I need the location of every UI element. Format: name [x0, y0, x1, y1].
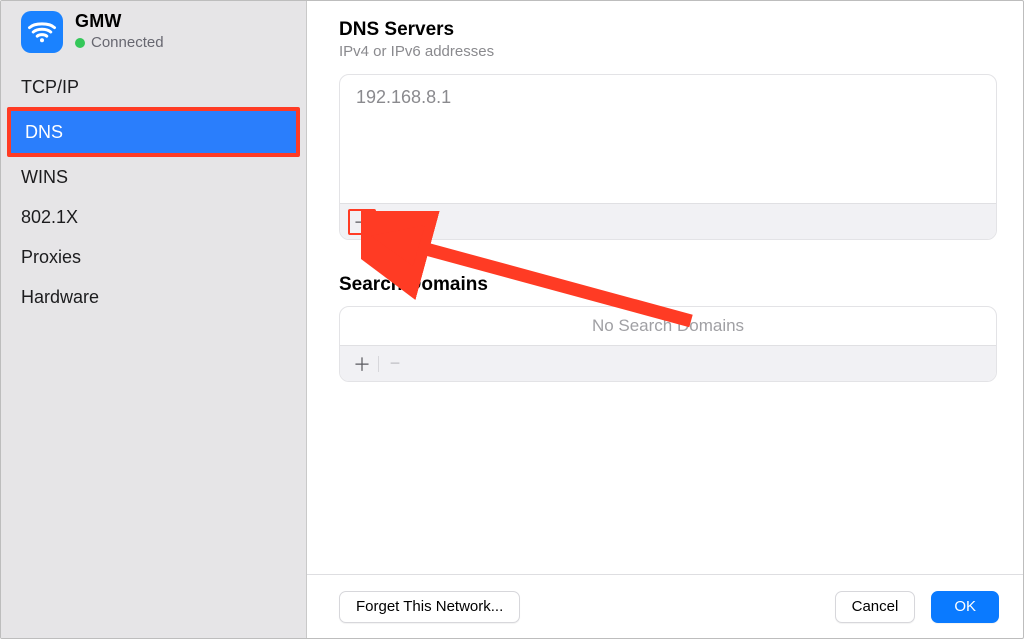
search-domains-list-box: No Search Domains ＋ − [339, 306, 997, 382]
network-name: GMW [75, 11, 164, 32]
search-domains-footer: ＋ − [340, 345, 996, 381]
button-label: Cancel [852, 598, 899, 615]
dns-section: DNS Servers IPv4 or IPv6 addresses 192.1… [339, 19, 997, 240]
cancel-button[interactable]: Cancel [835, 591, 916, 623]
dns-subtitle: IPv4 or IPv6 addresses [339, 43, 997, 60]
network-meta: GMW Connected [75, 11, 164, 51]
annotation-highlight-dns: DNS [7, 107, 300, 157]
sidebar-item-tcpip[interactable]: TCP/IP [1, 67, 306, 107]
sidebar-item-label: Hardware [21, 287, 99, 308]
content: DNS Servers IPv4 or IPv6 addresses 192.1… [307, 1, 1023, 574]
ok-button[interactable]: OK [931, 591, 999, 623]
wifi-icon [21, 11, 63, 53]
sidebar-item-wins[interactable]: WINS [1, 157, 306, 197]
network-settings-window: GMW Connected TCP/IP DNS WINS 802.1X [0, 0, 1024, 639]
sidebar-item-label: TCP/IP [21, 77, 79, 98]
sidebar-nav: TCP/IP DNS WINS 802.1X Proxies Hardware [1, 67, 306, 317]
dns-list[interactable]: 192.168.8.1 [340, 75, 996, 203]
main-pane: DNS Servers IPv4 or IPv6 addresses 192.1… [307, 1, 1023, 638]
button-label: Forget This Network... [356, 598, 503, 615]
sidebar-item-8021x[interactable]: 802.1X [1, 197, 306, 237]
plus-icon: ＋ [353, 209, 371, 235]
remove-dns-button[interactable]: − [381, 209, 409, 235]
network-header: GMW Connected [1, 7, 306, 67]
remove-search-domain-button[interactable]: − [381, 351, 409, 377]
search-domains-section: Search Domains No Search Domains ＋ − [339, 274, 997, 382]
minus-icon: − [390, 211, 401, 232]
sidebar: GMW Connected TCP/IP DNS WINS 802.1X [1, 1, 307, 638]
minus-icon: − [390, 353, 401, 374]
sidebar-item-label: 802.1X [21, 207, 78, 228]
divider [378, 214, 379, 230]
sidebar-item-label: Proxies [21, 247, 81, 268]
dns-list-box: 192.168.8.1 ＋ − [339, 74, 997, 240]
dns-list-footer: ＋ − [340, 203, 996, 239]
add-search-domain-button[interactable]: ＋ [348, 351, 376, 377]
sidebar-item-dns[interactable]: DNS [11, 111, 296, 153]
sidebar-item-hardware[interactable]: Hardware [1, 277, 306, 317]
footer-right: Cancel OK [835, 591, 999, 623]
add-dns-button[interactable]: ＋ [348, 209, 376, 235]
dns-server-row[interactable]: 192.168.8.1 [356, 87, 980, 108]
network-status: Connected [75, 34, 164, 51]
plus-icon: ＋ [353, 351, 371, 377]
footer: Forget This Network... Cancel OK [307, 574, 1023, 638]
button-label: OK [954, 598, 976, 615]
sidebar-item-proxies[interactable]: Proxies [1, 237, 306, 277]
search-domains-title: Search Domains [339, 274, 997, 296]
status-label: Connected [91, 34, 164, 51]
sidebar-item-label: DNS [25, 122, 63, 143]
dns-title: DNS Servers [339, 19, 997, 41]
status-dot-icon [75, 38, 85, 48]
forget-network-button[interactable]: Forget This Network... [339, 591, 520, 623]
divider [378, 356, 379, 372]
sidebar-item-label: WINS [21, 167, 68, 188]
search-domains-empty: No Search Domains [340, 307, 996, 345]
